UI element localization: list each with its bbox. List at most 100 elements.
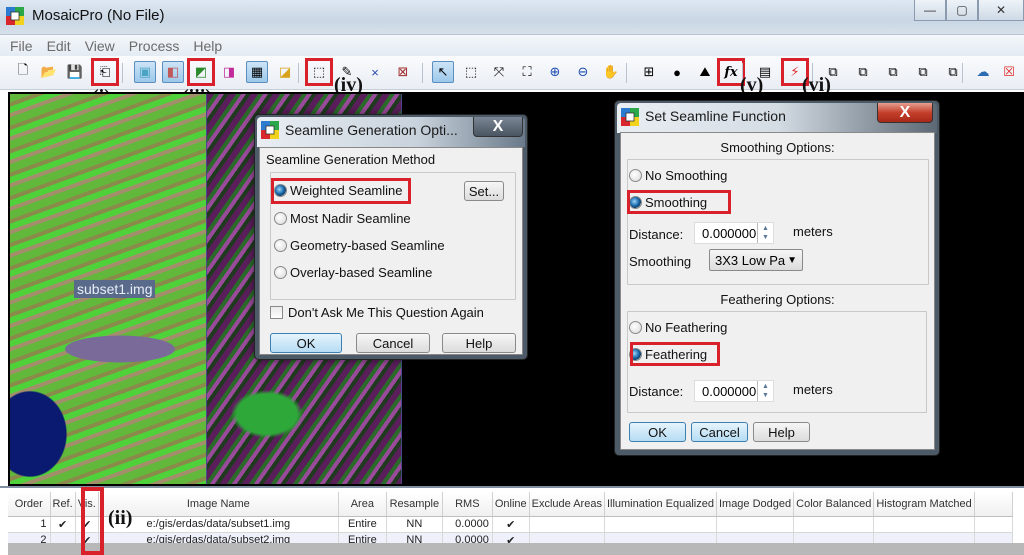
column-header[interactable]: Ref. [50, 492, 76, 517]
column-header[interactable]: Order [8, 492, 51, 517]
smoothing-filter-select[interactable]: 3X3 Low Pa ▼ [709, 249, 803, 271]
reverse-order-button[interactable]: ⧉ [942, 61, 964, 83]
fit-to-window-button[interactable]: ⛶ [516, 61, 538, 83]
add-cloud-button[interactable]: ☁ [972, 61, 994, 83]
option-label: Overlay-based Seamline [290, 265, 433, 280]
image-grid-button[interactable]: ⊞ [638, 61, 660, 83]
option-label: No Feathering [645, 320, 728, 335]
image-subset1[interactable]: subset1.img [10, 94, 208, 484]
zoom-out-button[interactable]: ⊖ [572, 61, 594, 83]
radio-most-nadir-seamline[interactable]: Most Nadir Seamline [274, 211, 411, 226]
checkbox-label: Don't Ask Me This Question Again [288, 305, 484, 320]
send-to-bottom-button[interactable]: ⧉ [912, 61, 934, 83]
set-button[interactable]: Set... [464, 181, 504, 201]
column-header[interactable]: Online [492, 492, 530, 517]
delete-seamline-button[interactable]: × [364, 61, 386, 83]
smoothing-distance-input[interactable]: 0.000000 ▲ ▼ [694, 222, 774, 244]
menu-view[interactable]: View [85, 38, 115, 54]
color-corrections-button[interactable]: ◪ [274, 61, 296, 83]
seamline-generation-button[interactable]: ⬚ [305, 58, 333, 86]
minimize-button[interactable]: — [914, 0, 946, 21]
smoothing-options-header: Smoothing Options: [720, 140, 835, 155]
column-header[interactable]: Resample [386, 492, 443, 517]
toolbar: 🗋 📂 💾 ⎗ ▣ ◧ ◩ ◨ ▦ ◪ ⬚ ✎ × ⊠ ↖ ⬚ ⤧ ⛶ ⊕ ⊖ ✋ ⊞ ● ⛰ fx ▤ ⚡ ⧉ ⧉ ⧉ ⧉ ⧉ ☁ ☒ [0, 56, 1024, 90]
zoom-extent-button[interactable]: ⤧ [488, 61, 510, 83]
column-header[interactable]: Area [338, 492, 387, 517]
column-header[interactable]: Image Name [98, 492, 339, 517]
zoom-out-icon: ⊖ [577, 64, 589, 79]
window-title: MosaicPro (No File) [32, 7, 165, 24]
open-folder-icon: 📂 [40, 64, 58, 79]
exclude-area-button[interactable]: ⊠ [392, 61, 414, 83]
send-down-button[interactable]: ⧉ [882, 61, 904, 83]
annotation-ii: (ii) [108, 507, 133, 529]
new-icon: 🗋 [17, 62, 29, 77]
close-icon[interactable]: X [473, 117, 523, 137]
radio-geometry-based-seamline[interactable]: Geometry-based Seamline [274, 238, 445, 253]
dialog-title: Seamline Generation Opti... [285, 122, 458, 138]
display-active-area-button[interactable]: ▣ [134, 61, 156, 83]
column-header[interactable]: Illumination Equalized [604, 492, 717, 517]
spinner-arrows-icon[interactable]: ▲ ▼ [757, 381, 773, 401]
menu-help[interactable]: Help [193, 38, 222, 54]
cancel-button[interactable]: Cancel [356, 333, 430, 353]
send-up-button[interactable]: ⧉ [852, 61, 874, 83]
cancel-button[interactable]: Cancel [691, 422, 748, 442]
marquee-select-button[interactable]: ⬚ [460, 61, 482, 83]
table-row[interactable]: 1 ✔ ✔ e:/gis/erdas/data/subset1.img Entire NN… [8, 516, 1013, 533]
menu-process[interactable]: Process [129, 38, 180, 54]
histogram-button[interactable]: ⛰ [694, 61, 716, 83]
display-seamlines-button[interactable]: ◨ [218, 61, 240, 83]
menu-file[interactable]: File [10, 38, 33, 54]
cell-exclude [529, 516, 605, 533]
column-header-filler [974, 492, 1013, 517]
table-icon: ▦ [250, 64, 264, 79]
column-header[interactable]: RMS [442, 492, 493, 517]
function-fx-button[interactable]: fx [717, 58, 745, 86]
table-button[interactable]: ▦ [246, 61, 268, 83]
close-icon[interactable]: X [877, 103, 933, 123]
help-button[interactable]: Help [442, 333, 516, 353]
radio-no-feathering[interactable]: No Feathering [629, 320, 727, 335]
column-header[interactable]: Exclude Areas [529, 492, 605, 517]
help-button[interactable]: Help [753, 422, 810, 442]
ok-button[interactable]: OK [270, 333, 342, 353]
pan-hand-button[interactable]: ✋ [600, 61, 622, 83]
delete-seamline-icon: × [371, 64, 379, 80]
select-pointer-button[interactable]: ↖ [432, 61, 454, 83]
cell-illum [604, 516, 717, 533]
feathering-distance-input[interactable]: 0.000000 ▲ ▼ [694, 380, 774, 402]
open-folder-button[interactable]: 📂 [38, 61, 60, 83]
column-header[interactable]: Color Balanced [793, 492, 875, 517]
sphere-button[interactable]: ● [666, 61, 688, 83]
column-header[interactable]: Image Dodged [716, 492, 795, 517]
maximize-button[interactable]: ▢ [946, 0, 978, 21]
color-corrections-icon: ◪ [278, 64, 292, 79]
title-bar: MosaicPro (No File) — ▢ ✕ [0, 0, 1024, 34]
save-button[interactable]: 💾 [64, 61, 86, 83]
remove-cloud-button[interactable]: ☒ [998, 61, 1020, 83]
cell-hist [873, 516, 975, 533]
close-window-button[interactable]: ✕ [978, 0, 1024, 21]
remove-cloud-icon: ☒ [1003, 64, 1015, 79]
radio-overlay-based-seamline[interactable]: Overlay-based Seamline [274, 265, 432, 280]
ok-button[interactable]: OK [629, 422, 686, 442]
cell-online[interactable]: ✔ [492, 516, 530, 533]
zoom-in-button[interactable]: ⊕ [544, 61, 566, 83]
chevron-down-icon: ▼ [787, 255, 797, 266]
sphere-icon: ● [673, 64, 681, 80]
new-button[interactable]: 🗋 [12, 61, 34, 83]
display-intersections-button[interactable]: ◩ [187, 58, 215, 86]
spinner-arrows-icon[interactable]: ▲ ▼ [757, 223, 773, 243]
column-header[interactable]: Histogram Matched [873, 492, 975, 517]
display-raster-images-button[interactable]: ◧ [162, 61, 184, 83]
dont-ask-checkbox[interactable]: Don't Ask Me This Question Again [270, 305, 484, 320]
menu-edit[interactable]: Edit [47, 38, 71, 54]
image-table: Order Ref. Vis. Image Name Area Resample RMS On… [8, 492, 1013, 549]
app-logo-icon [261, 121, 279, 139]
radio-no-smoothing[interactable]: No Smoothing [629, 168, 727, 183]
group-label: Seamline Generation Method [266, 152, 436, 167]
add-images-button[interactable]: ⎗ [91, 58, 119, 86]
feathering-distance-label: Distance: [629, 384, 684, 399]
cell-ref[interactable]: ✔ [50, 516, 76, 533]
